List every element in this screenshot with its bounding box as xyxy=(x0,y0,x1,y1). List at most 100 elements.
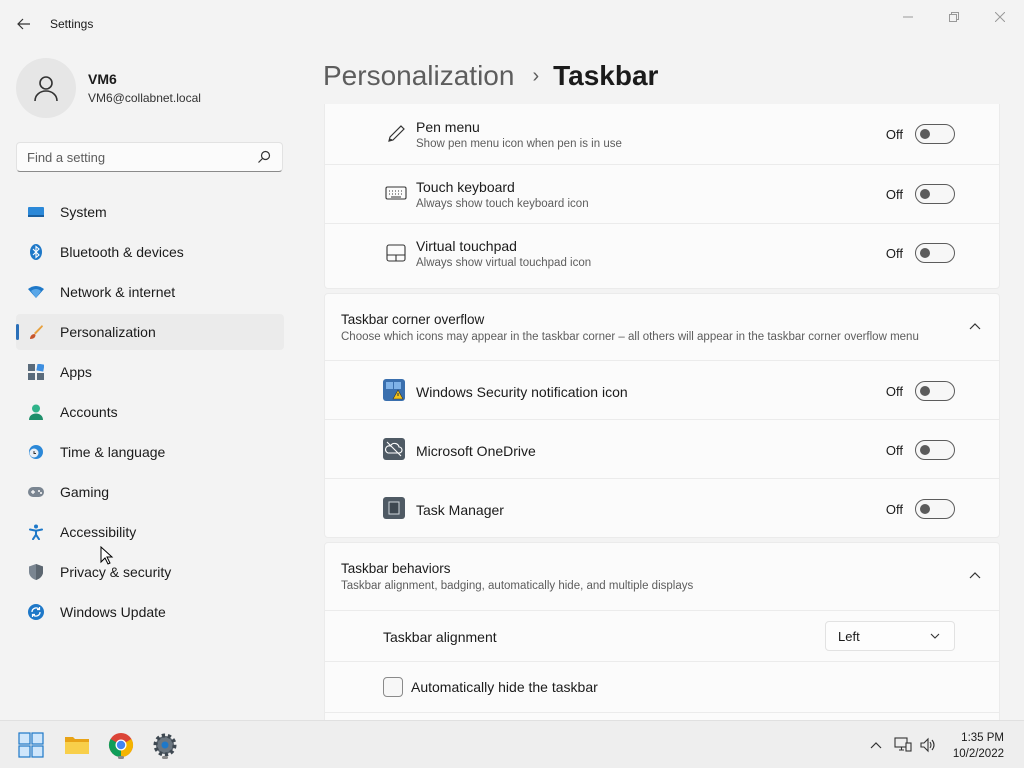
apps-icon xyxy=(28,364,44,380)
chrome-icon xyxy=(108,733,134,757)
search-box[interactable] xyxy=(16,142,283,172)
row-title: Task Manager xyxy=(416,502,504,518)
globe-clock-icon xyxy=(28,444,44,460)
sidebar-item-time-language[interactable]: Time & language xyxy=(16,434,284,470)
pen-menu-row: Pen menu Show pen menu icon when pen is … xyxy=(325,105,999,164)
title-bar: Settings xyxy=(0,0,1024,48)
settings-button[interactable] xyxy=(149,729,181,761)
section-subtitle: Choose which icons may appear in the tas… xyxy=(341,331,919,343)
toggle-knob xyxy=(920,445,930,455)
toggle-state: Off xyxy=(885,246,903,261)
mouse-cursor-icon xyxy=(100,546,114,565)
sidebar-item-label: Apps xyxy=(60,364,92,380)
sidebar-item-apps[interactable]: Apps xyxy=(16,354,284,390)
brush-icon xyxy=(28,324,44,340)
sidebar-item-label: Gaming xyxy=(60,484,110,500)
file-explorer-button[interactable] xyxy=(61,729,93,761)
minimize-button[interactable] xyxy=(886,6,930,28)
sidebar-item-accounts[interactable]: Accounts xyxy=(16,394,284,430)
chevron-up-icon[interactable] xyxy=(967,319,983,335)
toggle-state: Off xyxy=(885,502,903,517)
person-icon xyxy=(34,76,58,102)
sidebar-item-network[interactable]: Network & internet xyxy=(16,274,284,310)
autohide-checkbox[interactable] xyxy=(383,677,403,697)
minimize-icon xyxy=(903,16,913,18)
start-button[interactable] xyxy=(15,729,47,761)
touchpad-icon xyxy=(385,242,407,264)
avatar xyxy=(16,58,76,118)
sidebar-item-system[interactable]: System xyxy=(16,194,284,230)
search-input[interactable] xyxy=(17,143,247,171)
sidebar-item-privacy-security[interactable]: Privacy & security xyxy=(16,554,284,590)
corner-overflow-header[interactable]: Taskbar corner overflow Choose which ico… xyxy=(325,294,999,360)
clock[interactable]: 1:35 PM 10/2/2022 xyxy=(953,730,1004,762)
row-subtitle: Show pen menu icon when pen is in use xyxy=(416,138,622,150)
taskbar-alignment-row: Taskbar alignment Left xyxy=(325,610,999,661)
sidebar-item-bluetooth[interactable]: Bluetooth & devices xyxy=(16,234,284,270)
settings-gear-icon xyxy=(153,733,177,757)
row-subtitle: Always show touch keyboard icon xyxy=(416,198,589,210)
toggle-knob xyxy=(920,129,930,139)
start-icon xyxy=(18,732,44,758)
gamepad-icon xyxy=(28,484,44,500)
chevron-down-icon xyxy=(930,633,940,639)
search-icon xyxy=(258,150,271,163)
pen-icon xyxy=(385,123,407,145)
breadcrumb-separator: › xyxy=(532,64,540,87)
task-manager-toggle[interactable] xyxy=(915,499,955,519)
page-title: Taskbar xyxy=(553,60,659,91)
toggle-knob xyxy=(920,248,930,258)
windows-security-toggle[interactable] xyxy=(915,381,955,401)
accessibility-icon xyxy=(28,524,44,540)
sidebar-item-gaming[interactable]: Gaming xyxy=(16,474,284,510)
sidebar-item-label: Accounts xyxy=(60,404,118,420)
bluetooth-icon xyxy=(28,244,44,260)
sidebar-item-label: Privacy & security xyxy=(60,564,172,580)
chrome-button[interactable] xyxy=(105,729,137,761)
close-button[interactable] xyxy=(978,6,1022,28)
taskbar-alignment-dropdown[interactable]: Left xyxy=(825,621,955,651)
running-indicator xyxy=(118,756,124,759)
settings-content[interactable]: Pen menu Show pen menu icon when pen is … xyxy=(324,104,1000,720)
show-hidden-icons-button[interactable] xyxy=(867,737,885,753)
touch-keyboard-toggle[interactable] xyxy=(915,184,955,204)
row-title: Windows Security notification icon xyxy=(416,384,628,400)
back-button[interactable] xyxy=(12,12,36,36)
breadcrumb-parent[interactable]: Personalization xyxy=(323,60,514,92)
maximize-button[interactable] xyxy=(932,6,976,28)
sidebar-item-label: Network & internet xyxy=(60,284,176,300)
row-title: Microsoft OneDrive xyxy=(416,443,536,459)
chevron-up-icon[interactable] xyxy=(967,568,983,584)
sidebar-item-windows-update[interactable]: Windows Update xyxy=(16,594,284,630)
row-title: Virtual touchpad xyxy=(416,238,517,254)
sidebar-item-personalization[interactable]: Personalization xyxy=(16,314,284,350)
volume-tray-button[interactable] xyxy=(919,737,937,753)
virtual-touchpad-row: Virtual touchpad Always show virtual tou… xyxy=(325,223,999,283)
sidebar-item-label: Time & language xyxy=(60,444,166,460)
taskbar-behaviors-header[interactable]: Taskbar behaviors Taskbar alignment, bad… xyxy=(325,543,999,610)
onedrive-icon xyxy=(383,438,405,460)
wifi-icon xyxy=(28,284,44,300)
sidebar-item-label: Personalization xyxy=(60,324,156,340)
pen-menu-toggle[interactable] xyxy=(915,124,955,144)
network-tray-button[interactable] xyxy=(894,737,912,753)
sidebar-item-label: Bluetooth & devices xyxy=(60,244,184,260)
sidebar-item-label: System xyxy=(60,204,107,220)
volume-icon xyxy=(920,737,935,753)
onedrive-toggle[interactable] xyxy=(915,440,955,460)
back-arrow-icon xyxy=(17,18,30,30)
network-icon xyxy=(894,737,912,752)
virtual-touchpad-toggle[interactable] xyxy=(915,243,955,263)
toggle-state: Off xyxy=(885,443,903,458)
row-title: Touch keyboard xyxy=(416,179,515,195)
user-profile[interactable]: VM6 VM6@collabnet.local xyxy=(16,58,201,118)
clock-time: 1:35 PM xyxy=(961,732,1004,744)
file-explorer-icon xyxy=(65,737,89,754)
toggle-state: Off xyxy=(885,127,903,142)
onedrive-row: Microsoft OneDrive Off xyxy=(325,419,999,478)
sidebar-item-accessibility[interactable]: Accessibility xyxy=(16,514,284,550)
autohide-label[interactable]: Automatically hide the taskbar xyxy=(411,679,598,695)
shield-icon xyxy=(28,564,44,580)
row-title: Pen menu xyxy=(416,119,480,135)
corner-overflow-card: Taskbar corner overflow Choose which ico… xyxy=(324,293,1000,538)
